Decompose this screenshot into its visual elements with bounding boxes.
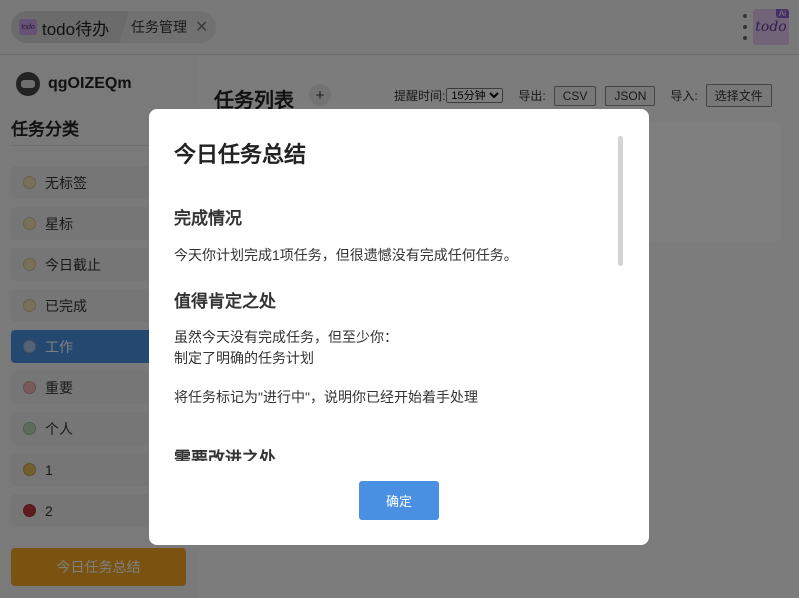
section-completion-title: 完成情况: [174, 209, 242, 228]
section-positive-line: 制定了明确的任务计划: [174, 350, 314, 366]
daily-summary-dialog: 今日任务总结 完成情况 今天你计划完成1项任务，但很遗憾没有完成任何任务。 值得…: [149, 109, 649, 545]
confirm-button[interactable]: 确定: [359, 481, 439, 520]
scrollbar[interactable]: [618, 136, 623, 266]
section-completion-text: 今天你计划完成1项任务，但很遗憾没有完成任何任务。: [174, 247, 518, 263]
section-positive-line: 虽然今天没有完成任务，但至少你：: [174, 329, 398, 345]
section-improve-title: 需要改进之处: [174, 449, 276, 461]
section-positive-line: 将任务标记为"进行中"，说明你已经开始着手处理: [174, 389, 478, 405]
dialog-title: 今日任务总结: [174, 142, 307, 167]
section-positive-title: 值得肯定之处: [174, 292, 276, 311]
dialog-content[interactable]: 今日任务总结 完成情况 今天你计划完成1项任务，但很遗憾没有完成任何任务。 值得…: [149, 109, 649, 461]
